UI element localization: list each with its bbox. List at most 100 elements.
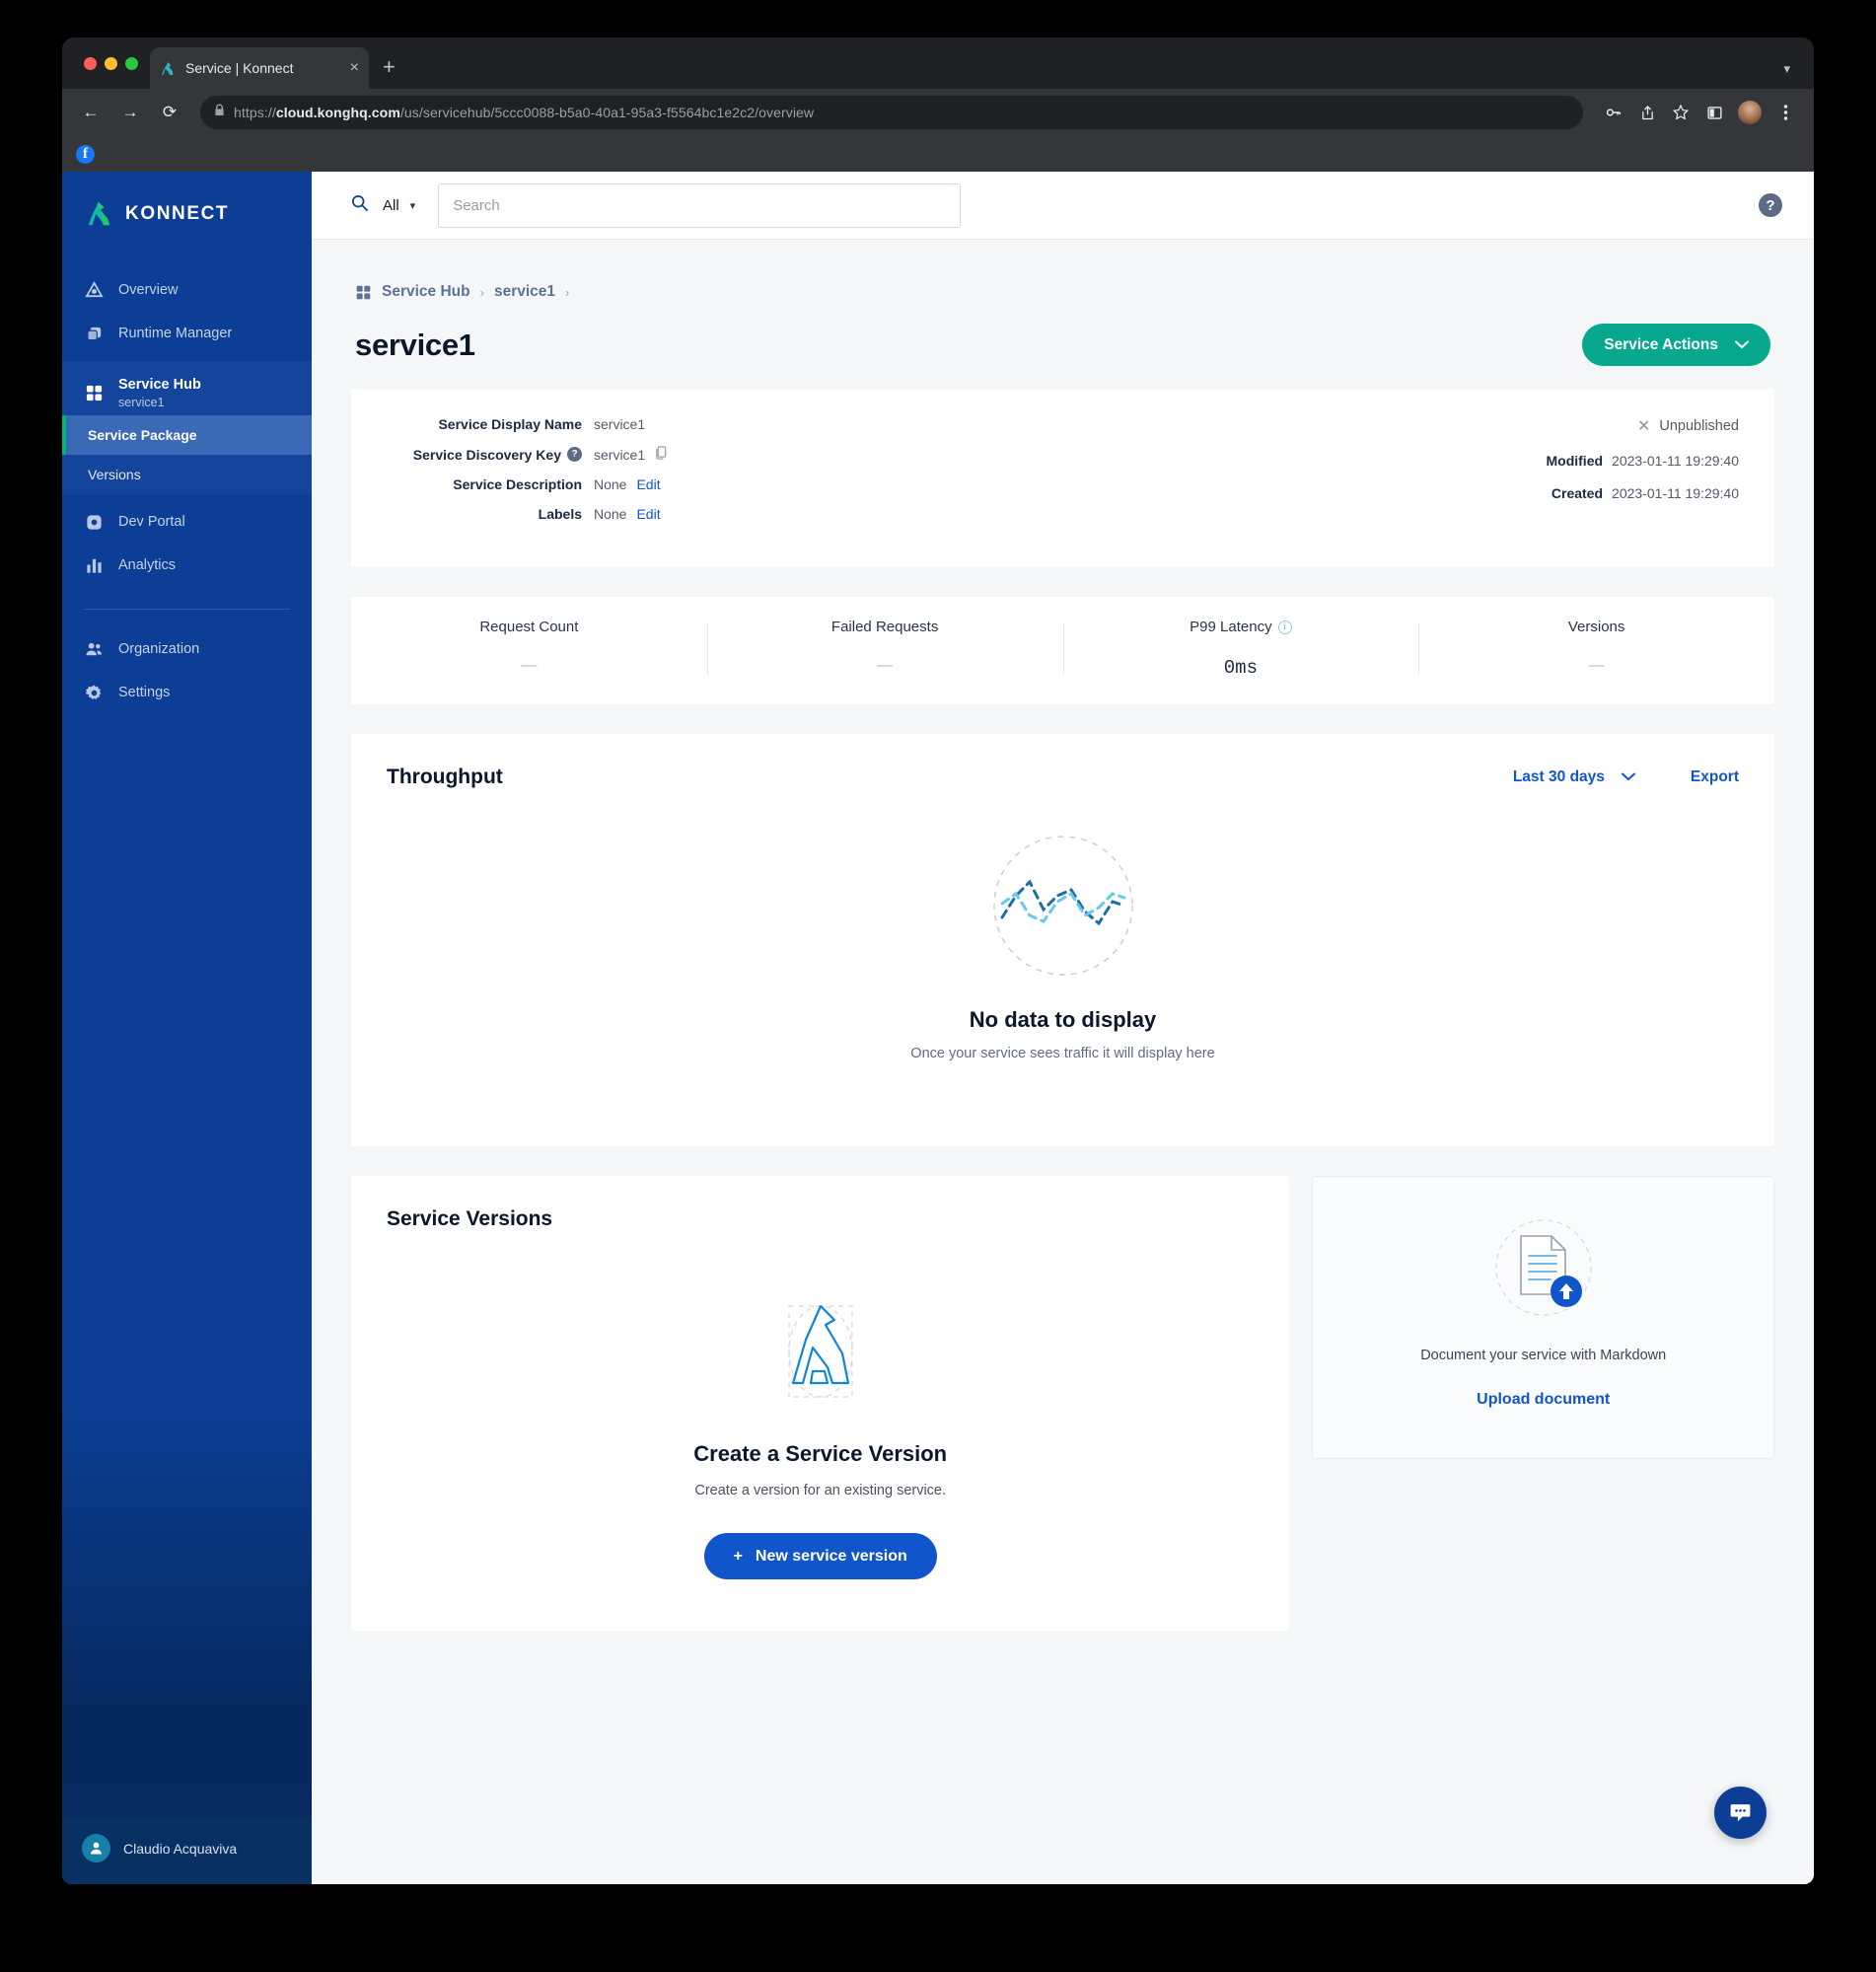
sidebar-item-overview[interactable]: Overview: [62, 268, 312, 312]
service-versions-empty-state: Create a Service Version Create a versio…: [387, 1231, 1254, 1579]
service-versions-card: Service Versions Create a Service Versio…: [351, 1176, 1290, 1631]
chat-bubble-icon[interactable]: [1714, 1787, 1767, 1839]
help-tooltip-icon[interactable]: ?: [567, 447, 582, 462]
sidebar-item-settings[interactable]: Settings: [62, 671, 312, 714]
bar-chart-icon: [84, 555, 104, 575]
metric-value: —: [1588, 657, 1605, 674]
forward-button[interactable]: →: [115, 98, 145, 127]
lock-icon: [214, 104, 225, 121]
bookmarks-bar: f: [62, 136, 1814, 172]
triangle-overview-icon: [84, 280, 104, 300]
sidebar-item-dev-portal[interactable]: Dev Portal: [62, 500, 312, 544]
breadcrumb-item-service1[interactable]: service1: [494, 283, 555, 301]
url-scheme: https://: [234, 105, 276, 120]
sidebar-item-analytics[interactable]: Analytics: [62, 544, 312, 587]
facebook-bookmark-icon[interactable]: f: [76, 144, 95, 164]
side-panel-icon[interactable]: [1699, 98, 1729, 127]
breadcrumb-separator: ›: [565, 284, 570, 300]
info-row: Service Display Name service1: [387, 416, 1364, 432]
info-row: Labels None Edit: [387, 506, 1364, 522]
throughput-header: Throughput Last 30 days Export: [387, 766, 1739, 789]
time-range-label: Last 30 days: [1512, 768, 1605, 785]
kong-outline-icon: [773, 1304, 868, 1415]
minimize-window-button[interactable]: [105, 56, 117, 70]
create-version-title: Create a Service Version: [693, 1441, 948, 1466]
sidebar-item-runtime-manager[interactable]: Runtime Manager: [62, 312, 312, 355]
breadcrumb-item-service-hub[interactable]: Service Hub: [382, 283, 470, 301]
info-value-text: None: [594, 506, 627, 522]
sidebar-user[interactable]: Claudio Acquaviva: [62, 1816, 312, 1884]
edit-description-link[interactable]: Edit: [636, 476, 660, 492]
close-window-button[interactable]: [84, 56, 97, 70]
copy-icon[interactable]: [655, 446, 668, 463]
service-actions-label: Service Actions: [1604, 335, 1718, 353]
info-value-text: service1: [594, 446, 646, 463]
search-icon[interactable]: [350, 193, 369, 217]
chevron-down-icon: [1621, 768, 1635, 786]
service-info-fields: Service Display Name service1 Service Di…: [387, 416, 1364, 536]
search-input[interactable]: [438, 183, 962, 228]
edit-labels-link[interactable]: Edit: [636, 506, 660, 522]
share-icon[interactable]: [1632, 98, 1662, 127]
info-value: service1: [594, 446, 668, 463]
chrome-menu-icon[interactable]: [1770, 98, 1800, 127]
sidebar-item-label: Dev Portal: [118, 514, 185, 530]
dashed-line-chart-icon: [990, 836, 1136, 983]
throughput-controls: Last 30 days Export: [1513, 768, 1739, 786]
chevron-down-icon[interactable]: ▾: [1783, 61, 1790, 77]
upload-document-link[interactable]: Upload document: [1477, 1391, 1610, 1409]
close-tab-button[interactable]: ×: [350, 60, 359, 76]
sidebar-item-label: Service Hub: [118, 377, 201, 393]
browser-tab[interactable]: Service | Konnect ×: [150, 47, 369, 89]
main-area: All ▾ ? Service Hub › service1 ›: [312, 172, 1814, 1884]
sidebar-item-service-hub[interactable]: Service Hub service1: [62, 361, 312, 415]
status-text: Unpublished: [1659, 418, 1739, 434]
reload-button[interactable]: ⟳: [155, 98, 184, 127]
info-label-text: Service Discovery Key: [412, 446, 561, 463]
password-key-icon[interactable]: [1599, 98, 1628, 127]
metric-label: Request Count: [479, 619, 579, 635]
address-bar[interactable]: https://cloud.konghq.com/us/servicehub/5…: [200, 96, 1583, 129]
sidebar-item-versions[interactable]: Versions: [62, 455, 312, 494]
grid-icon: [355, 284, 372, 301]
x-icon: ✕: [1636, 418, 1651, 435]
help-icon[interactable]: ?: [1759, 193, 1782, 217]
bookmark-star-icon[interactable]: [1666, 98, 1696, 127]
page-content: Service Hub › service1 › service1 Servic…: [312, 240, 1814, 1884]
info-icon[interactable]: i: [1277, 620, 1292, 634]
app-root: KONNECT Overview Runtime Manager Service…: [62, 172, 1814, 1884]
new-tab-button[interactable]: +: [383, 54, 396, 80]
document-card-text: Document your service with Markdown: [1420, 1348, 1667, 1363]
meta-modified: Modified 2023-01-11 19:29:40: [1364, 453, 1739, 469]
window-controls[interactable]: [78, 37, 150, 89]
export-button[interactable]: Export: [1691, 768, 1739, 786]
service-info-card: Service Display Name service1 Service Di…: [351, 389, 1774, 567]
status-badge: ✕ Unpublished: [1364, 416, 1739, 436]
sidebar-item-organization[interactable]: Organization: [62, 627, 312, 671]
new-service-version-label: New service version: [755, 1547, 907, 1565]
profile-avatar[interactable]: [1738, 101, 1762, 124]
kong-logo-icon: [84, 199, 113, 229]
metric-label: P99 Latency: [1190, 619, 1272, 635]
breadcrumb: Service Hub › service1 ›: [351, 240, 1774, 301]
sidebar-nav: Overview Runtime Manager Service Hub ser…: [62, 258, 312, 714]
browser-window: Service | Konnect × + ▾ ← → ⟳ https://cl…: [62, 37, 1814, 1884]
document-upload-icon: [1491, 1219, 1596, 1327]
maximize-window-button[interactable]: [125, 56, 138, 70]
empty-subtitle: Once your service sees traffic it will d…: [910, 1046, 1215, 1061]
time-range-dropdown[interactable]: Last 30 days: [1513, 768, 1635, 786]
back-button[interactable]: ←: [76, 98, 106, 127]
service-meta: ✕ Unpublished Modified 2023-01-11 19:29:…: [1364, 416, 1739, 536]
service-actions-button[interactable]: Service Actions: [1582, 324, 1770, 366]
bottom-section: Service Versions Create a Service Versio…: [351, 1176, 1774, 1631]
new-service-version-button[interactable]: + New service version: [703, 1533, 937, 1579]
sidebar-item-service-package[interactable]: Service Package: [62, 415, 312, 455]
brand-logo[interactable]: KONNECT: [62, 172, 312, 258]
sidebar-divider: [84, 609, 290, 610]
avatar: [82, 1834, 110, 1862]
metric-request-count: Request Count —: [351, 619, 707, 679]
search-scope-dropdown[interactable]: All ▾: [383, 197, 415, 214]
toolbar-icons: [1599, 98, 1800, 127]
info-value: service1: [594, 416, 645, 432]
